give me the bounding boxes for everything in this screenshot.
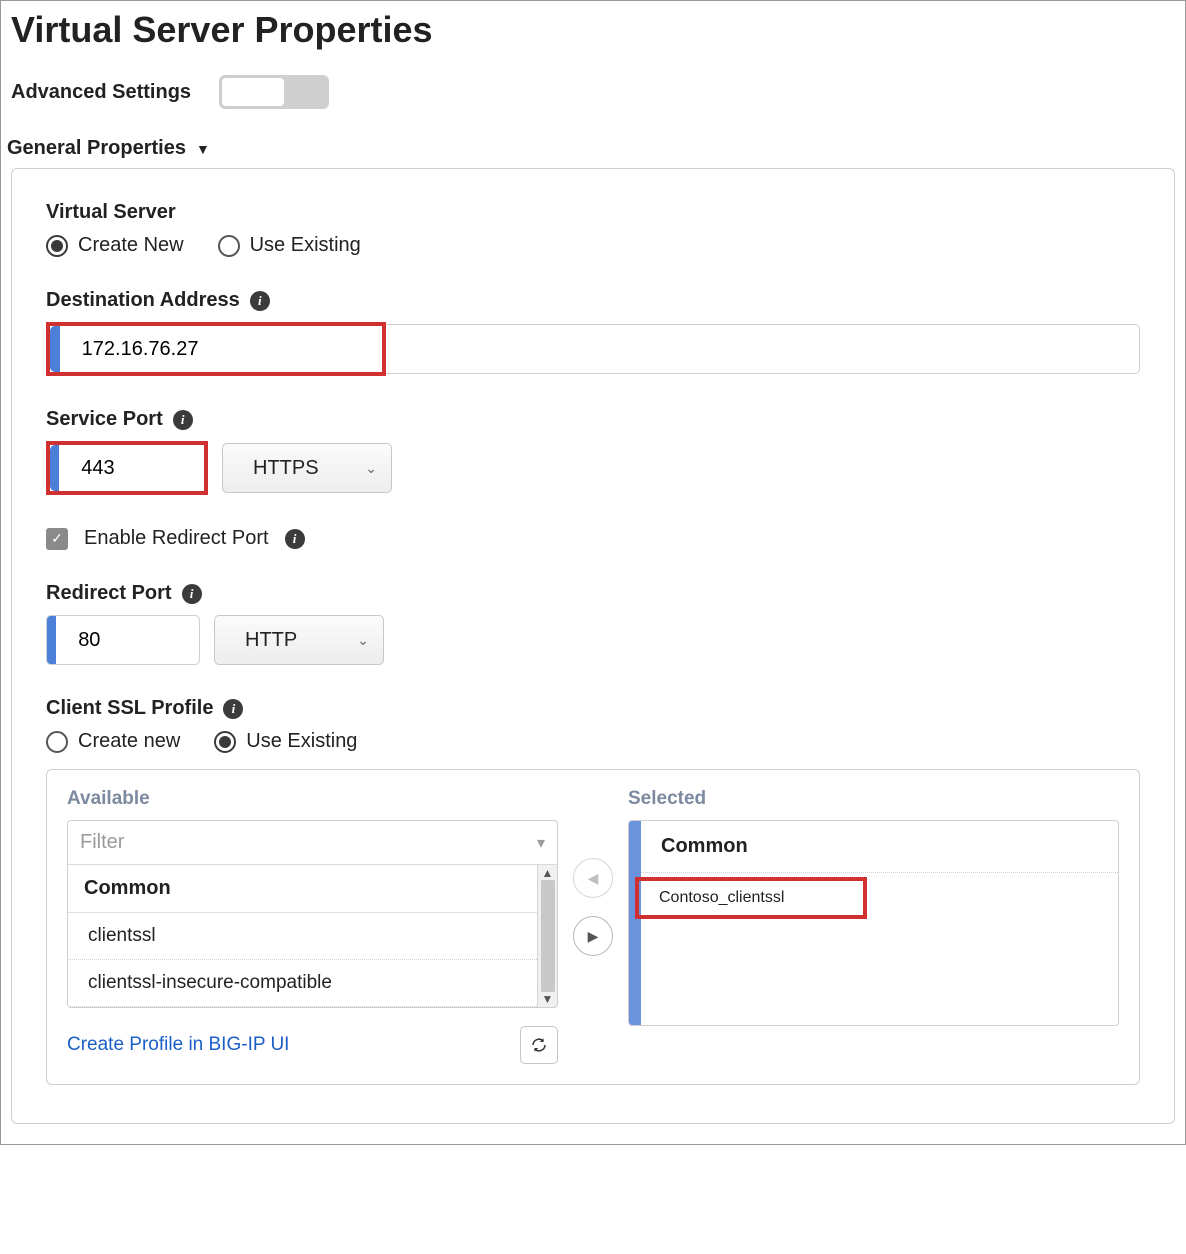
redirect-port-label: Redirect Port xyxy=(46,582,172,605)
service-port-label: Service Port xyxy=(46,408,163,431)
redirect-port-protocol-text: HTTP xyxy=(225,629,357,652)
vs-use-existing-radio[interactable] xyxy=(218,235,240,257)
list-item[interactable]: clientssl xyxy=(68,913,537,960)
enable-redirect-label: Enable Redirect Port xyxy=(84,527,269,550)
info-icon[interactable]: i xyxy=(285,529,305,549)
general-properties-label: General Properties xyxy=(7,137,186,160)
vs-create-new-text: Create New xyxy=(78,234,184,257)
move-right-button[interactable]: ▶ xyxy=(573,916,613,956)
ssl-create-new-radio[interactable] xyxy=(46,731,68,753)
service-port-input[interactable] xyxy=(59,445,204,491)
refresh-button[interactable] xyxy=(520,1026,558,1064)
virtual-server-label: Virtual Server xyxy=(46,201,1140,224)
list-item[interactable]: clientssl-insecure-compatible xyxy=(68,960,537,1007)
available-listbox: ▾ Common clientssl clientssl-insecure-co… xyxy=(67,820,558,1008)
service-port-protocol-select[interactable]: HTTPS ⌄ xyxy=(222,443,392,493)
selected-group-header: Common xyxy=(641,821,1118,873)
ssl-create-new-text: Create new xyxy=(78,730,180,753)
service-port-highlight xyxy=(46,441,208,495)
ssl-use-existing-text: Use Existing xyxy=(246,730,357,753)
info-icon[interactable]: i xyxy=(223,699,243,719)
page-title: Virtual Server Properties xyxy=(11,9,1185,51)
available-scrollbar[interactable]: ▲ ▼ xyxy=(537,865,557,1007)
chevron-left-icon: ◀ xyxy=(588,870,599,887)
advanced-settings-label: Advanced Settings xyxy=(11,81,191,104)
vs-create-new-radio[interactable] xyxy=(46,235,68,257)
info-icon[interactable]: i xyxy=(173,410,193,430)
redirect-port-protocol-select[interactable]: HTTP ⌄ xyxy=(214,615,384,665)
enable-redirect-checkbox[interactable]: ✓ xyxy=(46,528,68,550)
dest-address-input[interactable] xyxy=(60,326,382,372)
caret-down-icon: ▼ xyxy=(196,141,210,157)
vs-use-existing-text: Use Existing xyxy=(250,234,361,257)
selected-listbox: Common Contoso_clientssl xyxy=(628,820,1119,1026)
create-profile-link[interactable]: Create Profile in BIG-IP UI xyxy=(67,1034,289,1056)
general-properties-panel: Virtual Server Create New Use Existing D… xyxy=(11,168,1175,1124)
chevron-down-icon: ⌄ xyxy=(357,632,383,649)
service-port-protocol-text: HTTPS xyxy=(233,457,365,480)
info-icon[interactable]: i xyxy=(250,291,270,311)
available-group-header: Common xyxy=(68,865,537,913)
chevron-right-icon: ▶ xyxy=(588,928,599,945)
list-item[interactable]: Contoso_clientssl xyxy=(659,889,784,906)
dest-address-highlight xyxy=(46,322,386,376)
selected-header: Selected xyxy=(628,788,1119,810)
info-icon[interactable]: i xyxy=(182,584,202,604)
redirect-port-input[interactable] xyxy=(56,616,199,664)
dest-address-field-extension[interactable] xyxy=(386,324,1140,374)
ssl-dual-list-panel: Available ▾ Common clientssl clientssl xyxy=(46,769,1140,1085)
scroll-down-icon[interactable]: ▼ xyxy=(538,993,557,1005)
move-left-button[interactable]: ◀ xyxy=(573,858,613,898)
client-ssl-label: Client SSL Profile xyxy=(46,697,213,720)
available-filter-input[interactable] xyxy=(68,821,525,864)
dest-address-label: Destination Address xyxy=(46,289,240,312)
selected-item-highlight: Contoso_clientssl xyxy=(635,877,867,919)
scroll-up-icon[interactable]: ▲ xyxy=(538,867,557,879)
ssl-use-existing-radio[interactable] xyxy=(214,731,236,753)
filter-icon[interactable]: ▾ xyxy=(525,833,557,853)
general-properties-header[interactable]: General Properties ▼ xyxy=(7,137,1185,160)
available-header: Available xyxy=(67,788,558,810)
advanced-settings-toggle[interactable] xyxy=(219,75,329,109)
refresh-icon xyxy=(530,1036,548,1054)
chevron-down-icon: ⌄ xyxy=(365,460,391,477)
